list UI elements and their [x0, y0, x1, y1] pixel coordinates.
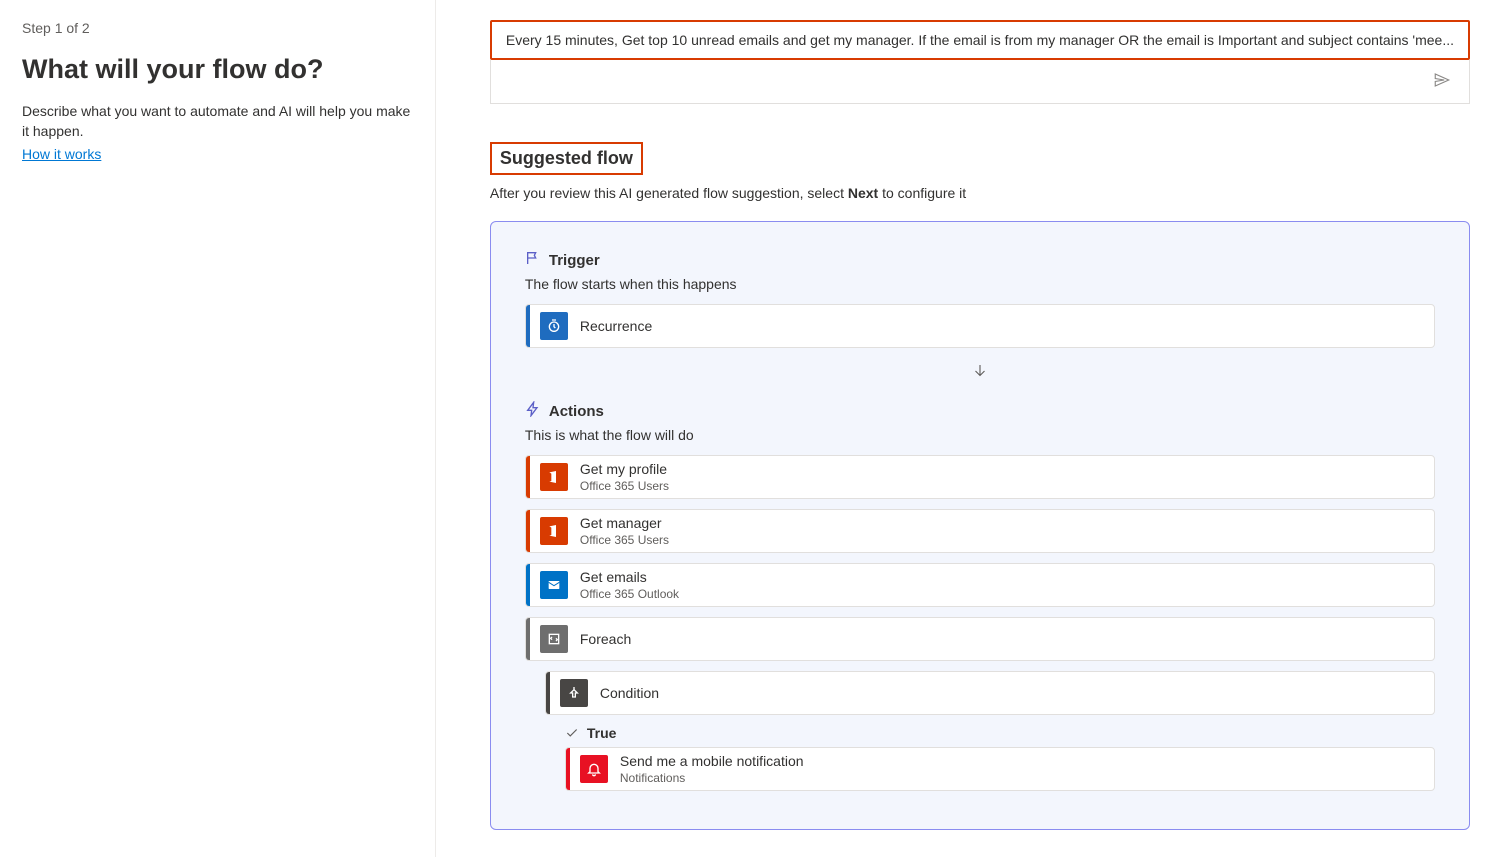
- step-indicator: Step 1 of 2: [22, 20, 413, 36]
- card-subtitle: Office 365 Users: [580, 479, 669, 493]
- card-title: Condition: [600, 685, 659, 702]
- branch-true-text: True: [587, 725, 617, 741]
- card-stripe: [566, 748, 570, 790]
- caption-post: to configure it: [878, 185, 966, 201]
- checkmark-icon: [565, 726, 579, 740]
- action-card-condition[interactable]: Condition: [545, 671, 1435, 715]
- trigger-card-recurrence[interactable]: Recurrence: [525, 304, 1435, 348]
- send-icon[interactable]: [1433, 71, 1451, 92]
- actions-section-header: Actions: [525, 401, 1435, 421]
- card-stripe: [526, 564, 530, 606]
- actions-label: Actions: [549, 403, 604, 420]
- card-subtitle: Office 365 Users: [580, 533, 669, 547]
- card-title: Foreach: [580, 631, 631, 648]
- lightning-icon: [525, 401, 541, 421]
- bell-icon: [580, 755, 608, 783]
- arrow-down-icon: [525, 362, 1435, 383]
- caption-pre: After you review this AI generated flow …: [490, 185, 848, 201]
- page-title: What will your flow do?: [22, 54, 413, 85]
- card-title: Get manager: [580, 515, 669, 532]
- trigger-label: Trigger: [549, 252, 600, 269]
- action-card-send-notification[interactable]: Send me a mobile notification Notificati…: [565, 747, 1435, 791]
- card-subtitle: Notifications: [620, 771, 804, 785]
- action-card-foreach[interactable]: Foreach: [525, 617, 1435, 661]
- branch-true-label: True: [565, 725, 1435, 741]
- card-stripe: [526, 456, 530, 498]
- trigger-section-header: Trigger: [525, 250, 1435, 270]
- left-panel: Step 1 of 2 What will your flow do? Desc…: [0, 0, 436, 857]
- action-card-get-emails[interactable]: Get emails Office 365 Outlook: [525, 563, 1435, 607]
- card-subtitle: Office 365 Outlook: [580, 587, 679, 601]
- caption-next: Next: [848, 185, 878, 201]
- office-icon: [540, 463, 568, 491]
- suggested-flow-heading: Suggested flow: [490, 142, 643, 175]
- card-stripe: [526, 618, 530, 660]
- right-panel: Every 15 minutes, Get top 10 unread emai…: [436, 0, 1510, 857]
- suggested-flow-caption: After you review this AI generated flow …: [490, 185, 1470, 201]
- card-title: Recurrence: [580, 318, 652, 335]
- card-stripe: [526, 305, 530, 347]
- outlook-icon: [540, 571, 568, 599]
- condition-icon: [560, 679, 588, 707]
- card-title: Send me a mobile notification: [620, 753, 804, 770]
- page-description: Describe what you want to automate and A…: [22, 101, 413, 142]
- card-title: Get my profile: [580, 461, 669, 478]
- trigger-subtext: The flow starts when this happens: [525, 276, 1435, 292]
- clock-icon: [540, 312, 568, 340]
- prompt-toolbar: [490, 60, 1470, 104]
- action-card-get-manager[interactable]: Get manager Office 365 Users: [525, 509, 1435, 553]
- actions-subtext: This is what the flow will do: [525, 427, 1435, 443]
- prompt-input[interactable]: Every 15 minutes, Get top 10 unread emai…: [490, 20, 1470, 60]
- card-title: Get emails: [580, 569, 679, 586]
- flag-icon: [525, 250, 541, 270]
- loop-icon: [540, 625, 568, 653]
- card-stripe: [546, 672, 550, 714]
- office-icon: [540, 517, 568, 545]
- how-it-works-link[interactable]: How it works: [22, 146, 101, 162]
- card-stripe: [526, 510, 530, 552]
- prompt-container: Every 15 minutes, Get top 10 unread emai…: [490, 20, 1470, 104]
- flow-diagram: Trigger The flow starts when this happen…: [490, 221, 1470, 830]
- action-card-get-my-profile[interactable]: Get my profile Office 365 Users: [525, 455, 1435, 499]
